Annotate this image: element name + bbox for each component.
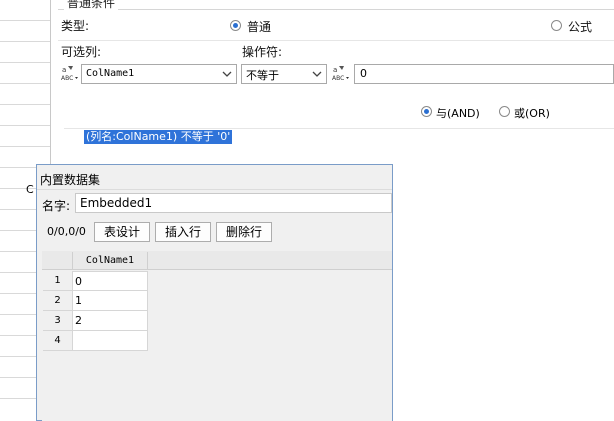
- column-select[interactable]: ColName1: [81, 64, 237, 84]
- logic-option-label: 与(AND): [436, 107, 480, 120]
- row-number[interactable]: 2: [43, 291, 72, 311]
- row-counter: 0/0,0/0: [47, 225, 86, 238]
- row-number[interactable]: 3: [43, 311, 72, 331]
- type-label: 类型:: [61, 19, 90, 33]
- chevron-down-icon: [312, 71, 322, 77]
- table-cell[interactable]: 0: [72, 271, 148, 291]
- radio-icon: [551, 20, 562, 31]
- name-input-value: Embedded1: [80, 196, 153, 210]
- dialog-title-separator: [37, 189, 392, 190]
- radio-icon: [230, 20, 241, 31]
- svg-text:ABC: ABC: [61, 75, 73, 82]
- logic-option-label: 或(OR): [514, 107, 550, 120]
- operator-label: 操作符:: [242, 45, 283, 59]
- table-cell[interactable]: [72, 331, 148, 351]
- svg-text:ABC: ABC: [332, 75, 344, 82]
- radio-icon: [421, 106, 432, 117]
- group-border: [58, 9, 614, 10]
- column-header[interactable]: ColName1: [72, 252, 148, 270]
- chevron-down-icon: [222, 71, 232, 77]
- operator-select[interactable]: 不等于: [241, 64, 327, 84]
- svg-text:a: a: [62, 66, 66, 74]
- svg-text:a: a: [333, 66, 337, 74]
- column-label: 可选列:: [61, 45, 102, 59]
- type-option-label: 普通: [247, 20, 272, 34]
- logic-radio-or[interactable]: 或(OR): [499, 105, 569, 120]
- table-cell[interactable]: 2: [72, 311, 148, 331]
- row-number[interactable]: 4: [43, 331, 72, 351]
- value-input-text: 0: [360, 67, 367, 80]
- row-separator: [58, 40, 614, 41]
- group-title: 普通条件: [64, 0, 119, 11]
- type-radio-normal[interactable]: 普通: [230, 19, 280, 34]
- name-input[interactable]: Embedded1: [75, 193, 392, 213]
- type-radio-formula[interactable]: 公式: [551, 19, 601, 34]
- value-input[interactable]: 0: [354, 64, 614, 84]
- type-option-label: 公式: [568, 20, 593, 34]
- abc-value-icon[interactable]: a ABC: [332, 64, 350, 82]
- abc-field-icon: a ABC: [61, 66, 78, 82]
- column-select-value: ColName1: [86, 68, 135, 79]
- table-design-button[interactable]: 表设计: [94, 222, 150, 242]
- table-cell[interactable]: 1: [72, 291, 148, 311]
- delete-row-button[interactable]: 删除行: [216, 222, 272, 242]
- preview-separator: [64, 128, 614, 129]
- name-label: 名字:: [42, 199, 71, 213]
- operator-select-value: 不等于: [246, 69, 279, 82]
- radio-icon: [499, 106, 510, 117]
- logic-radio-and[interactable]: 与(AND): [421, 105, 491, 120]
- insert-row-button[interactable]: 插入行: [155, 222, 211, 242]
- condition-preview[interactable]: (列名:ColName1) 不等于 '0': [84, 130, 233, 144]
- sheet-cell-text: C: [26, 183, 34, 196]
- row-number[interactable]: 1: [43, 271, 72, 291]
- dialog-title: 内置数据集: [40, 173, 101, 187]
